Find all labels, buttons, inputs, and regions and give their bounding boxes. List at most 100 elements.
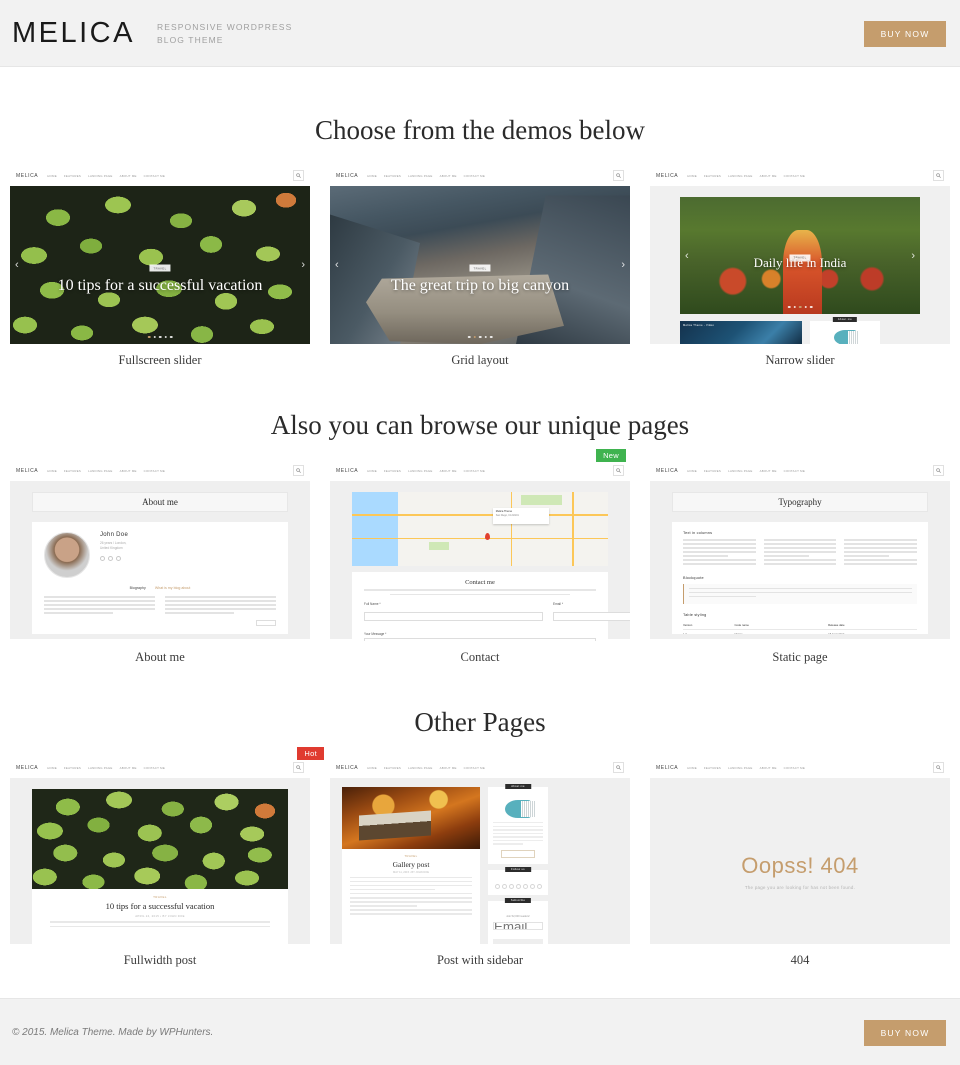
hero-slider-lilypads[interactable]: ‹ › TRAVEL 10 tips for a successful vaca…: [10, 186, 310, 344]
search-icon[interactable]: [933, 465, 944, 476]
mock-menu-item-about-me[interactable]: ABOUT ME: [760, 766, 777, 770]
mock-menu-item-contact-me[interactable]: CONTACT ME: [144, 174, 165, 178]
chevron-right-icon[interactable]: ›: [911, 250, 915, 262]
tab-blog-about[interactable]: What is my blog about: [155, 586, 191, 590]
mock-menu-item-about-me[interactable]: ABOUT ME: [440, 766, 457, 770]
buy-now-button-footer[interactable]: BUY NOW: [864, 1020, 946, 1046]
mock-menu-item-landing-page[interactable]: LANDING PAGE: [408, 469, 432, 473]
search-icon[interactable]: [613, 762, 624, 773]
mock-menu-item-about-me[interactable]: ABOUT ME: [120, 766, 137, 770]
mock-menu-item-landing-page[interactable]: LANDING PAGE: [728, 766, 752, 770]
page-card-contact[interactable]: New MELICA HOME FEATURES LANDING PAGE AB…: [330, 449, 630, 665]
mock-menu-item-landing-page[interactable]: LANDING PAGE: [88, 469, 112, 473]
page-card-404[interactable]: MELICA HOME FEATURES LANDING PAGE ABOUT …: [650, 758, 950, 968]
mock-menu-item-landing-page[interactable]: LANDING PAGE: [88, 174, 112, 178]
page-card-post-with-sidebar[interactable]: MELICA HOME FEATURES LANDING PAGE ABOUT …: [330, 758, 630, 968]
chevron-left-icon[interactable]: ‹: [15, 259, 19, 271]
mock-menu-item-contact-me[interactable]: CONTACT ME: [464, 469, 485, 473]
mock-menu-item-features[interactable]: FEATURES: [384, 174, 401, 178]
page-card-fullwidth-post[interactable]: Hot MELICA HOME FEATURES LANDING PAGE AB…: [10, 747, 324, 968]
search-icon[interactable]: [933, 170, 944, 181]
slider-dots[interactable]: [147, 335, 173, 338]
slider-dots[interactable]: [467, 335, 493, 338]
subscribe-email-input[interactable]: [493, 922, 543, 931]
about-me-widget[interactable]: About me: [810, 317, 880, 344]
mock-menu-item-home[interactable]: HOME: [687, 174, 697, 178]
demo-card-grid-layout[interactable]: MELICA HOME FEATURES LANDING PAGE ABOUT …: [330, 166, 630, 368]
mock-menu-item-features[interactable]: FEATURES: [64, 469, 81, 473]
mock-menu-item-about-me[interactable]: ABOUT ME: [760, 174, 777, 178]
chevron-right-icon[interactable]: ›: [621, 259, 625, 271]
read-more-button[interactable]: [501, 849, 535, 858]
mock-menu-item-features[interactable]: FEATURES: [64, 766, 81, 770]
mock-fullwidth-post[interactable]: MELICA HOME FEATURES LANDING PAGE ABOUT …: [10, 758, 310, 944]
mock-fullscreen-slider[interactable]: MELICA HOME FEATURES LANDING PAGE ABOUT …: [10, 166, 310, 344]
mock-menu-item-features[interactable]: FEATURES: [384, 766, 401, 770]
page-card-about-me[interactable]: MELICA HOME FEATURES LANDING PAGE ABOUT …: [10, 461, 310, 665]
chevron-left-icon[interactable]: ‹: [335, 259, 339, 271]
search-icon[interactable]: [933, 762, 944, 773]
mock-menu-item-features[interactable]: FEATURES: [704, 766, 721, 770]
mock-menu-item-contact-me[interactable]: CONTACT ME: [784, 174, 805, 178]
mock-about-me[interactable]: MELICA HOME FEATURES LANDING PAGE ABOUT …: [10, 461, 310, 641]
mock-grid-layout[interactable]: MELICA HOME FEATURES LANDING PAGE ABOUT …: [330, 166, 630, 344]
chevron-right-icon[interactable]: ›: [301, 259, 305, 271]
hero-slider-canyon[interactable]: ‹ › TRAVEL The great trip to big canyon: [330, 186, 630, 344]
demo-card-fullscreen-slider[interactable]: MELICA HOME FEATURES LANDING PAGE ABOUT …: [10, 166, 310, 368]
full-name-input[interactable]: [364, 612, 543, 622]
mock-menu-item-home[interactable]: HOME: [47, 469, 57, 473]
mock-menu-item-home[interactable]: HOME: [687, 469, 697, 473]
read-more-button[interactable]: [256, 619, 276, 626]
mock-menu-item-home[interactable]: HOME: [47, 766, 57, 770]
mock-menu-item-contact-me[interactable]: CONTACT ME: [784, 766, 805, 770]
chevron-left-icon[interactable]: ‹: [685, 250, 689, 262]
mock-menu-item-about-me[interactable]: ABOUT ME: [440, 174, 457, 178]
mock-menu-item-landing-page[interactable]: LANDING PAGE: [88, 766, 112, 770]
buy-now-button-header[interactable]: BUY NOW: [864, 21, 946, 47]
mock-menu-item-landing-page[interactable]: LANDING PAGE: [728, 469, 752, 473]
mock-typography[interactable]: MELICA HOME FEATURES LANDING PAGE ABOUT …: [650, 461, 950, 641]
search-icon[interactable]: [293, 465, 304, 476]
tab-biography[interactable]: Biography: [130, 586, 146, 590]
page-card-static-page[interactable]: MELICA HOME FEATURES LANDING PAGE ABOUT …: [650, 461, 950, 665]
mock-menu-item-features[interactable]: FEATURES: [384, 469, 401, 473]
search-icon[interactable]: [293, 170, 304, 181]
mock-menu-item-home[interactable]: HOME: [367, 766, 377, 770]
social-icons[interactable]: [493, 883, 543, 889]
mock-menu-item-home[interactable]: HOME: [47, 174, 57, 178]
search-icon[interactable]: [613, 170, 624, 181]
mock-menu-item-contact-me[interactable]: CONTACT ME: [464, 766, 485, 770]
mock-contact[interactable]: MELICA HOME FEATURES LANDING PAGE ABOUT …: [330, 461, 630, 641]
search-icon[interactable]: [613, 465, 624, 476]
email-input[interactable]: [553, 612, 630, 622]
video-thumb[interactable]: Melica Theme - Video: [680, 321, 802, 344]
mock-404[interactable]: MELICA HOME FEATURES LANDING PAGE ABOUT …: [650, 758, 950, 944]
slider-dots[interactable]: [787, 305, 813, 308]
mock-menu-item-contact-me[interactable]: CONTACT ME: [784, 469, 805, 473]
mock-menu-item-landing-page[interactable]: LANDING PAGE: [728, 174, 752, 178]
mock-menu-item-landing-page[interactable]: LANDING PAGE: [408, 766, 432, 770]
contact-map[interactable]: Melica Theme San Diego, CA 92101: [352, 492, 608, 566]
mock-menu-item-home[interactable]: HOME: [687, 766, 697, 770]
mock-menu-item-home[interactable]: HOME: [367, 469, 377, 473]
about-tabs[interactable]: Biography What is my blog about: [44, 586, 276, 590]
mock-menu-item-landing-page[interactable]: LANDING PAGE: [408, 174, 432, 178]
mock-menu-item-contact-me[interactable]: CONTACT ME: [144, 469, 165, 473]
mock-menu-item-about-me[interactable]: ABOUT ME: [120, 469, 137, 473]
mock-menu-item-contact-me[interactable]: CONTACT ME: [464, 174, 485, 178]
social-icons[interactable]: [100, 555, 128, 561]
mock-menu-item-about-me[interactable]: ABOUT ME: [120, 174, 137, 178]
mock-menu-item-features[interactable]: FEATURES: [64, 174, 81, 178]
hero-slider-india[interactable]: ‹ › TRAVEL Daily life in India: [680, 197, 920, 314]
mock-menu-item-about-me[interactable]: ABOUT ME: [760, 469, 777, 473]
mock-menu-item-features[interactable]: FEATURES: [704, 469, 721, 473]
demo-card-narrow-slider[interactable]: MELICA HOME FEATURES LANDING PAGE ABOUT …: [650, 166, 950, 368]
subscribe-button[interactable]: [493, 938, 543, 944]
message-textarea[interactable]: [364, 638, 596, 641]
mock-menu-item-about-me[interactable]: ABOUT ME: [440, 469, 457, 473]
search-icon[interactable]: [293, 762, 304, 773]
site-logo[interactable]: MELICA: [12, 17, 135, 50]
mock-post-with-sidebar[interactable]: MELICA HOME FEATURES LANDING PAGE ABOUT …: [330, 758, 630, 944]
mock-menu-item-contact-me[interactable]: CONTACT ME: [144, 766, 165, 770]
mock-narrow-slider[interactable]: MELICA HOME FEATURES LANDING PAGE ABOUT …: [650, 166, 950, 344]
